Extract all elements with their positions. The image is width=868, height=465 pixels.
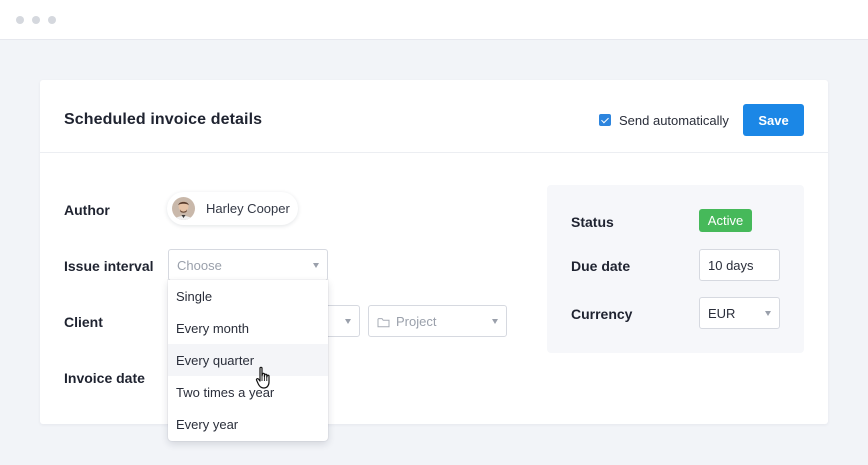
chevron-down-icon (765, 311, 771, 316)
author-label: Author (64, 202, 110, 218)
dropdown-option-two-times-a-year[interactable]: Two times a year (168, 376, 328, 408)
card-header: Scheduled invoice details Send automatic… (40, 80, 828, 153)
dropdown-option-every-quarter[interactable]: Every quarter (168, 344, 328, 376)
send-automatically-label: Send automatically (619, 112, 729, 128)
invoice-status-panel: Status Active Due date 10 days Currency … (547, 185, 804, 353)
due-date-field[interactable]: 10 days (699, 249, 780, 281)
dropdown-option-single[interactable]: Single (168, 280, 328, 312)
issue-interval-select[interactable]: Choose (168, 249, 328, 281)
status-label: Status (571, 214, 614, 230)
invoice-date-label: Invoice date (64, 370, 145, 386)
window-dot-icon (32, 16, 40, 24)
project-select[interactable]: Project (368, 305, 507, 337)
save-button[interactable]: Save (743, 104, 804, 136)
send-automatically-toggle[interactable]: Send automatically (599, 112, 729, 128)
page-title: Scheduled invoice details (64, 111, 263, 128)
issue-interval-dropdown: Single Every month Every quarter Two tim… (168, 280, 328, 441)
hand-pointer-cursor-icon (255, 366, 273, 390)
currency-select[interactable]: EUR (699, 297, 780, 329)
dropdown-option-every-year[interactable]: Every year (168, 408, 328, 440)
currency-label: Currency (571, 306, 633, 322)
author-name: Harley Cooper (206, 201, 290, 216)
issue-interval-label: Issue interval (64, 258, 154, 274)
chevron-down-icon (492, 319, 498, 324)
chevron-down-icon (313, 263, 319, 268)
project-placeholder: Project (396, 314, 437, 329)
dropdown-option-every-month[interactable]: Every month (168, 312, 328, 344)
issue-interval-placeholder: Choose (177, 258, 222, 273)
window-dot-icon (48, 16, 56, 24)
folder-icon (377, 316, 390, 331)
client-label: Client (64, 314, 103, 330)
checkbox-check-icon[interactable] (599, 114, 611, 126)
due-date-label: Due date (571, 258, 631, 274)
author-chip[interactable]: Harley Cooper (167, 192, 298, 225)
invoice-card: Scheduled invoice details Send automatic… (40, 80, 828, 441)
avatar (172, 197, 195, 220)
window-dot-icon (16, 16, 24, 24)
status-badge: Active (699, 209, 752, 232)
window-titlebar (0, 0, 868, 40)
chevron-down-icon (345, 319, 351, 324)
